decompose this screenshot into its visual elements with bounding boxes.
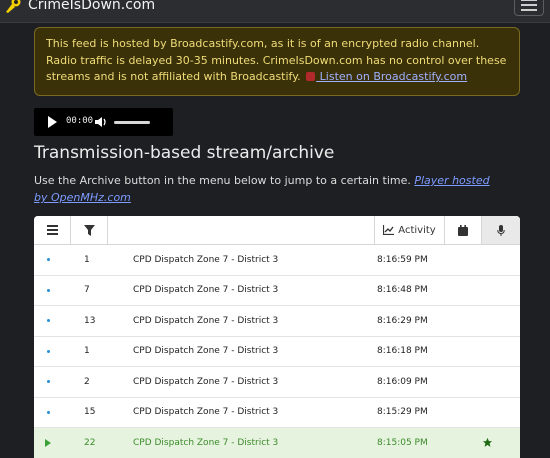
volume-slider[interactable]	[114, 121, 150, 124]
table-header: Activity	[34, 216, 520, 245]
description-text: Use the Archive button in the menu below…	[34, 174, 411, 187]
line-chart-icon	[383, 225, 395, 235]
activity-button[interactable]: Activity	[375, 216, 445, 244]
talkgroup-name: CPD Dispatch Zone 7 - District 3	[133, 285, 279, 295]
table-row[interactable]: 7 CPD Dispatch Zone 7 - District 3 8:16:48…	[34, 276, 520, 306]
list-menu-icon	[46, 225, 58, 235]
call-time: 8:16:29 PM	[377, 315, 428, 326]
table-row[interactable]: 22 CPD Dispatch Zone 7 - District 3 8:15:0…	[34, 428, 520, 458]
calendar-button[interactable]	[445, 216, 482, 244]
talkgroup-name: CPD Dispatch Zone 7 - District 3	[133, 437, 279, 448]
call-time: 8:16:48 PM	[377, 285, 428, 295]
talkgroup-name: CPD Dispatch Zone 7 - District 3	[133, 346, 279, 356]
filter-button[interactable]	[71, 216, 108, 244]
row-state	[34, 367, 62, 396]
microphone-icon	[497, 224, 505, 236]
talkgroup-name: CPD Dispatch Zone 7 - District 3	[133, 315, 279, 326]
header-spacer	[108, 216, 375, 244]
status-dot-icon	[46, 258, 50, 261]
status-dot-icon	[46, 349, 50, 353]
table-row[interactable]: 2 CPD Dispatch Zone 7 - District 3 8:16:09…	[34, 367, 520, 398]
call-id: 1	[84, 346, 90, 356]
call-time: 8:15:05 PM	[377, 437, 428, 448]
call-id: 22	[84, 437, 96, 448]
talkgroup-name: CPD Dispatch Zone 7 - District 3	[133, 376, 279, 387]
call-id: 15	[84, 407, 96, 417]
page-title: Transmission-based stream/archive	[34, 143, 335, 163]
microphone-button[interactable]	[482, 216, 520, 244]
status-dot-icon	[46, 380, 50, 383]
call-id: 13	[84, 315, 96, 326]
call-id: 7	[84, 285, 90, 295]
row-state	[34, 337, 62, 366]
activity-label: Activity	[398, 224, 436, 236]
status-dot-icon	[46, 288, 50, 292]
row-state	[34, 245, 62, 274]
play-icon[interactable]	[48, 116, 57, 128]
broadcastify-alert: This feed is hosted by Broadcastify.com,…	[34, 27, 520, 96]
call-time: 8:16:09 PM	[377, 376, 428, 387]
listen-broadcastify-link[interactable]: Listen on Broadcastify.com	[316, 70, 467, 83]
site-brand[interactable]: CrimeIsDown.com	[4, 0, 155, 15]
row-state	[34, 306, 62, 335]
mic-logo-icon	[6, 0, 21, 13]
filter-icon	[83, 224, 95, 236]
row-state	[34, 398, 62, 427]
hamburger-icon[interactable]	[514, 0, 544, 16]
call-time: 8:15:29 PM	[377, 407, 428, 417]
top-navbar: CrimeIsDown.com	[0, 0, 550, 23]
site-title: CrimeIsDown.com	[28, 0, 156, 13]
table-row[interactable]: 1 CPD Dispatch Zone 7 - District 3 8:16:59…	[34, 245, 520, 276]
calendar-icon	[458, 224, 468, 236]
table-row[interactable]: 13 CPD Dispatch Zone 7 - District 3 8:16:2…	[34, 306, 520, 337]
status-dot-icon	[46, 319, 50, 322]
talkgroup-name: CPD Dispatch Zone 7 - District 3	[133, 407, 279, 417]
audio-player: 00:00	[34, 108, 173, 136]
volume-icon[interactable]	[94, 115, 108, 129]
calls-table: Activity 1 CPD Dispatch Zone 7 - District…	[34, 216, 520, 458]
player-time: 00:00	[66, 116, 94, 126]
table-row[interactable]: 15 CPD Dispatch Zone 7 - District 3 8:15:2…	[34, 398, 520, 428]
table-row[interactable]: 1 CPD Dispatch Zone 7 - District 3 8:16:18…	[34, 337, 520, 367]
broadcastify-icon	[306, 72, 316, 82]
star-icon[interactable]	[480, 428, 494, 457]
call-id: 1	[84, 254, 90, 265]
row-state	[34, 428, 62, 457]
call-time: 8:16:59 PM	[377, 254, 428, 265]
talkgroup-name: CPD Dispatch Zone 7 - District 3	[133, 254, 279, 265]
status-dot-icon	[46, 410, 50, 414]
row-state	[34, 276, 62, 305]
table-body: 1 CPD Dispatch Zone 7 - District 3 8:16:59…	[34, 245, 520, 458]
call-time: 8:16:18 PM	[377, 346, 428, 356]
call-id: 2	[84, 376, 90, 387]
menu-button[interactable]	[34, 216, 71, 244]
section-description: Use the Archive button in the menu below…	[34, 172, 504, 206]
playing-icon	[45, 438, 51, 447]
